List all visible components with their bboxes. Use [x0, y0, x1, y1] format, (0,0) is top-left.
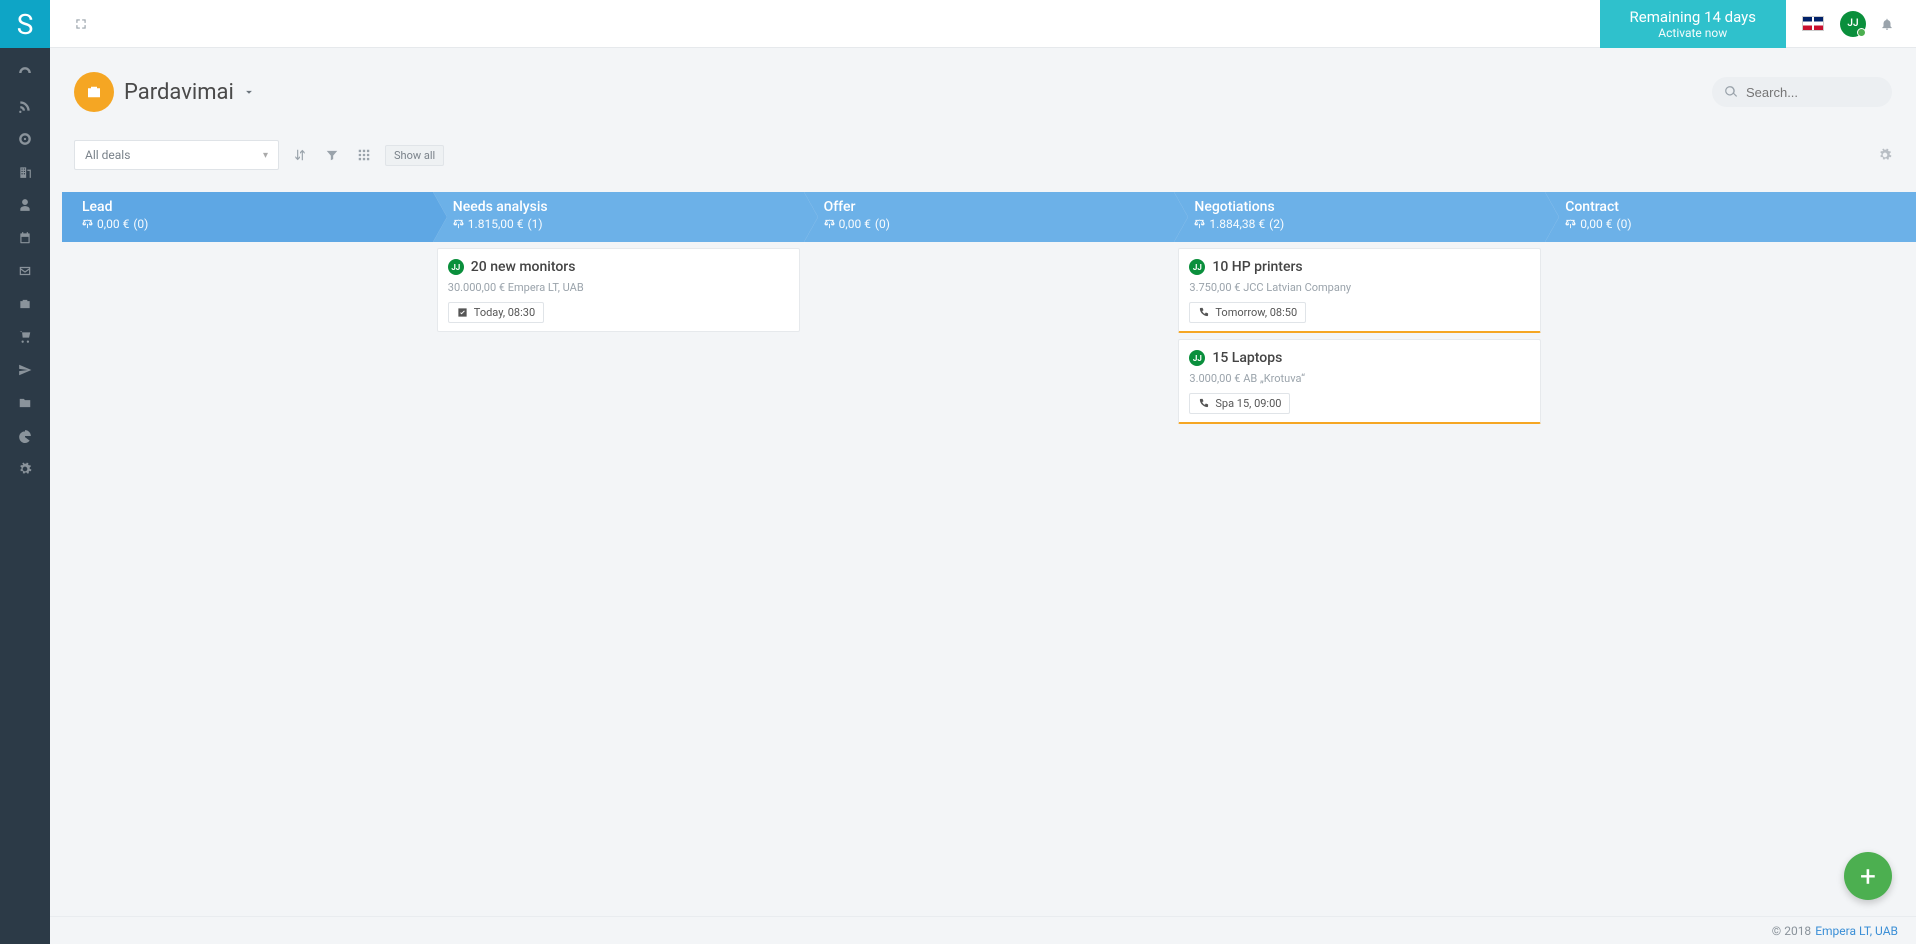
- trial-banner[interactable]: Remaining 14 days Activate now: [1600, 0, 1786, 48]
- page-header: Pardavimai: [50, 48, 1916, 112]
- deal-subtitle: 30.000,00 € Empera LT, UAB: [448, 281, 789, 294]
- trial-activate-link: Activate now: [1658, 26, 1727, 40]
- stage-header-needs-analysis[interactable]: Needs analysis 1.815,00 € (1): [433, 192, 804, 242]
- stage-header-contract[interactable]: Contract 0,00 € (0): [1545, 192, 1916, 242]
- stage-column-negotiations: Negotiations 1.884,38 € (2) JJ 10 HP pri…: [1174, 192, 1545, 436]
- settings-icon[interactable]: [1878, 148, 1892, 162]
- footer-copyright: © 2018: [1772, 924, 1811, 938]
- pipeline-dropdown-toggle[interactable]: [242, 85, 256, 99]
- phone-icon: [1198, 307, 1209, 318]
- kanban-board: Lead 0,00 € (0) Needs analysis 1.815,00: [50, 192, 1916, 436]
- nav-deals[interactable]: [0, 287, 50, 320]
- deal-subtitle: 3.000,00 € AB „Krotuva“: [1189, 372, 1530, 385]
- check-icon: [457, 307, 468, 318]
- search-input[interactable]: [1712, 77, 1892, 107]
- nav-companies[interactable]: [0, 155, 50, 188]
- deal-title: 10 HP printers: [1212, 259, 1302, 275]
- language-flag-uk[interactable]: [1802, 16, 1824, 31]
- toolbar: All deals ▾ Show all: [50, 112, 1916, 182]
- footer-company-link[interactable]: Empera LT, UAB: [1815, 924, 1898, 938]
- nav-cart[interactable]: [0, 320, 50, 353]
- deal-activity[interactable]: Tomorrow, 08:50: [1189, 302, 1306, 323]
- trial-remaining-text: Remaining 14 days: [1630, 8, 1756, 26]
- nav-settings[interactable]: [0, 452, 50, 485]
- nav-calendar[interactable]: [0, 221, 50, 254]
- owner-avatar: JJ: [1189, 350, 1205, 366]
- nav-contacts[interactable]: [0, 188, 50, 221]
- nav-dashboard[interactable]: [0, 56, 50, 89]
- nav-reports[interactable]: [0, 419, 50, 452]
- owner-avatar: JJ: [448, 259, 464, 275]
- stage-meta: 0,00 € (0): [824, 217, 1163, 231]
- stage-meta: 0,00 € (0): [82, 217, 421, 231]
- deal-activity[interactable]: Today, 08:30: [448, 302, 544, 323]
- stage-column-offer: Offer 0,00 € (0): [804, 192, 1175, 436]
- stage-name: Needs analysis: [453, 199, 792, 215]
- stage-meta: 1.884,38 € (2): [1194, 217, 1533, 231]
- stage-name: Negotiations: [1194, 199, 1533, 215]
- fullscreen-icon[interactable]: [74, 17, 88, 31]
- nav-target[interactable]: [0, 122, 50, 155]
- stage-column-contract: Contract 0,00 € (0): [1545, 192, 1916, 436]
- page-title: Pardavimai: [124, 80, 234, 105]
- owner-avatar: JJ: [1189, 259, 1205, 275]
- footer: © 2018 Empera LT, UAB: [50, 916, 1916, 944]
- deal-card[interactable]: JJ 10 HP printers 3.750,00 € JCC Latvian…: [1178, 248, 1541, 333]
- deal-title: 20 new monitors: [471, 259, 576, 275]
- nav-files[interactable]: [0, 386, 50, 419]
- show-all-button[interactable]: Show all: [385, 145, 444, 166]
- stage-meta: 0,00 € (0): [1565, 217, 1904, 231]
- add-deal-fab[interactable]: +: [1844, 852, 1892, 900]
- stage-header-offer[interactable]: Offer 0,00 € (0): [804, 192, 1175, 242]
- search-box: [1712, 77, 1892, 107]
- deals-filter-dropdown[interactable]: All deals ▾: [74, 140, 279, 170]
- stage-name: Offer: [824, 199, 1163, 215]
- stage-header-negotiations[interactable]: Negotiations 1.884,38 € (2): [1174, 192, 1545, 242]
- scale-icon: [1194, 219, 1205, 230]
- deal-activity[interactable]: Spa 15, 09:00: [1189, 393, 1290, 414]
- caret-down-icon: ▾: [263, 150, 268, 161]
- sidebar-nav: [0, 48, 50, 485]
- deal-card[interactable]: JJ 20 new monitors 30.000,00 € Empera LT…: [437, 248, 800, 332]
- scale-icon: [453, 219, 464, 230]
- main-content: Pardavimai All deals ▾ Show all: [50, 0, 1916, 944]
- stage-column-needs-analysis: Needs analysis 1.815,00 € (1) JJ 20 new …: [433, 192, 804, 436]
- topbar: Remaining 14 days Activate now JJ: [50, 0, 1916, 48]
- sidebar: S: [0, 0, 50, 944]
- deal-subtitle: 3.750,00 € JCC Latvian Company: [1189, 281, 1530, 294]
- nav-mail[interactable]: [0, 254, 50, 287]
- scale-icon: [824, 219, 835, 230]
- scale-icon: [82, 219, 93, 230]
- stage-meta: 1.815,00 € (1): [453, 217, 792, 231]
- deal-card[interactable]: JJ 15 Laptops 3.000,00 € AB „Krotuva“ Sp…: [1178, 339, 1541, 424]
- scale-icon: [1565, 219, 1576, 230]
- search-icon: [1724, 85, 1738, 99]
- grid-view-icon[interactable]: [353, 148, 375, 162]
- sort-icon[interactable]: [289, 148, 311, 162]
- stage-name: Contract: [1565, 199, 1904, 215]
- stage-header-lead[interactable]: Lead 0,00 € (0): [62, 192, 433, 242]
- stage-name: Lead: [82, 199, 421, 215]
- notifications-icon[interactable]: [1880, 17, 1894, 31]
- nav-feed[interactable]: [0, 89, 50, 122]
- phone-icon: [1198, 398, 1209, 409]
- filter-icon[interactable]: [321, 148, 343, 162]
- user-avatar[interactable]: JJ: [1840, 11, 1866, 37]
- deal-title: 15 Laptops: [1212, 350, 1282, 366]
- stage-column-lead: Lead 0,00 € (0): [62, 192, 433, 436]
- pipeline-icon: [74, 72, 114, 112]
- nav-send[interactable]: [0, 353, 50, 386]
- app-logo[interactable]: S: [0, 0, 50, 48]
